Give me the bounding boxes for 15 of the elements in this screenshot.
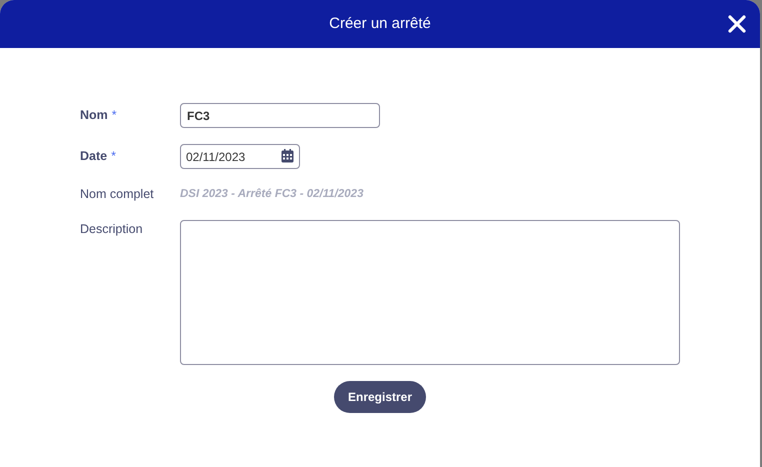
field-label: Nom (80, 107, 108, 124)
field-label: Description (80, 220, 143, 238)
close-button[interactable] (728, 15, 746, 33)
name-field[interactable]: FC3 (180, 103, 380, 128)
required-mark: * (111, 148, 116, 166)
field-label: Nom complet (80, 186, 154, 203)
calendar-icon[interactable] (281, 149, 294, 163)
field-label: Date (80, 148, 108, 166)
dialog-title: Créer un arrêté (329, 14, 431, 34)
close-icon (728, 15, 746, 33)
save-button[interactable]: Enregistrer (334, 380, 426, 413)
description-field[interactable] (180, 220, 680, 365)
full-name-value: DSI 2023 - Arrêté FC3 - 02/11/2023 (180, 186, 364, 202)
date-field[interactable]: 02/11/2023 (180, 144, 300, 169)
required-mark: * (112, 107, 117, 124)
